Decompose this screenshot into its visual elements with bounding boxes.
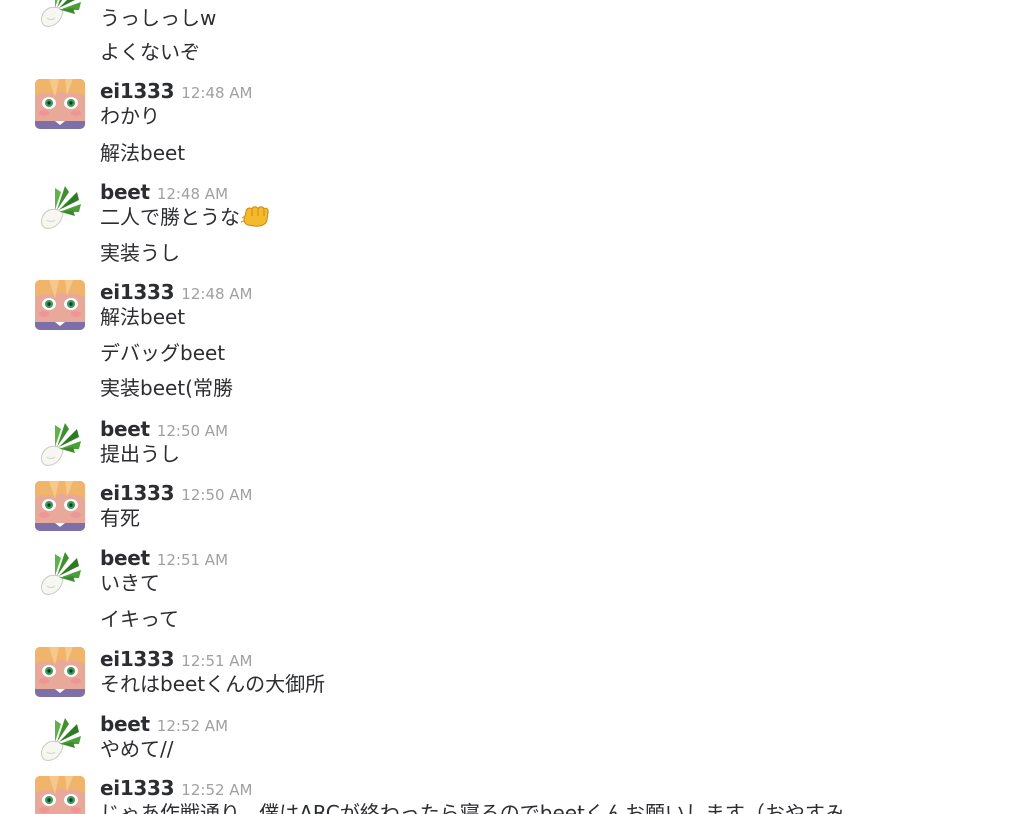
message-text: 実装うし [100, 241, 180, 265]
message-header: beet 12:48 AM [100, 180, 228, 206]
author-name[interactable]: beet [100, 417, 150, 441]
fist-bump-icon [240, 204, 270, 234]
radish-avatar[interactable] [35, 0, 85, 28]
message-text: 実装beet(常勝 [100, 376, 233, 400]
message-text: 提出うし [100, 442, 180, 466]
timestamp[interactable]: 12:48 AM [181, 84, 252, 102]
author-name[interactable]: beet [100, 546, 150, 570]
message-header: beet 12:52 AM [100, 712, 228, 738]
message-text: イキって [100, 607, 179, 631]
anime-girl-avatar[interactable] [35, 481, 85, 531]
message-text: わかり [100, 104, 160, 128]
radish-avatar[interactable] [35, 546, 85, 596]
author-name[interactable]: beet [100, 180, 150, 204]
message-text: うっしっしw [100, 6, 217, 30]
author-name[interactable]: ei1333 [100, 481, 175, 505]
message-text: デバッグbeet [100, 341, 226, 365]
timestamp[interactable]: 12:52 AM [157, 717, 228, 735]
message-list[interactable]: うっしっしw よくないぞ ei1333 12:48 AM わかり 解法beet b… [0, 0, 1024, 814]
author-name[interactable]: ei1333 [100, 280, 175, 304]
author-name[interactable]: ei1333 [100, 776, 175, 800]
message-header: ei1333 12:51 AM [100, 647, 253, 673]
author-name[interactable]: beet [100, 712, 150, 736]
message-header: ei1333 12:52 AM [100, 776, 253, 802]
message-text-content: 二人で勝とうな [100, 205, 240, 229]
message-header: ei1333 12:48 AM [100, 79, 253, 105]
author-name[interactable]: ei1333 [100, 79, 175, 103]
anime-girl-avatar[interactable] [35, 79, 85, 129]
radish-avatar[interactable] [35, 712, 85, 762]
message-header: ei1333 12:50 AM [100, 481, 253, 507]
message-text: やめて// [100, 737, 174, 761]
anime-girl-avatar[interactable] [35, 280, 85, 330]
timestamp[interactable]: 12:48 AM [157, 185, 228, 203]
message-text: よくないぞ [100, 40, 200, 64]
message-text: いきて [100, 571, 160, 595]
message-text: じゃあ作戦通り、僕はARCが終わったら寝るのでbeetくんお願いします（おやすみ [100, 801, 845, 814]
radish-avatar[interactable] [35, 417, 85, 467]
message-text: 解法beet [100, 141, 186, 165]
timestamp[interactable]: 12:52 AM [181, 781, 252, 799]
timestamp[interactable]: 12:50 AM [181, 486, 252, 504]
message-header: beet 12:50 AM [100, 417, 228, 443]
message-text: それはbeetくんの大御所 [100, 672, 326, 696]
message-text: 有死 [100, 506, 140, 530]
radish-avatar[interactable] [35, 180, 85, 230]
anime-girl-avatar[interactable] [35, 776, 85, 814]
author-name[interactable]: ei1333 [100, 647, 175, 671]
message-header: beet 12:51 AM [100, 546, 228, 572]
timestamp[interactable]: 12:48 AM [181, 285, 252, 303]
message-text: 解法beet [100, 305, 186, 329]
timestamp[interactable]: 12:51 AM [181, 652, 252, 670]
timestamp[interactable]: 12:51 AM [157, 551, 228, 569]
message-header: ei1333 12:48 AM [100, 280, 253, 306]
anime-girl-avatar[interactable] [35, 647, 85, 697]
timestamp[interactable]: 12:50 AM [157, 422, 228, 440]
message-text: 二人で勝とうな [100, 204, 270, 234]
